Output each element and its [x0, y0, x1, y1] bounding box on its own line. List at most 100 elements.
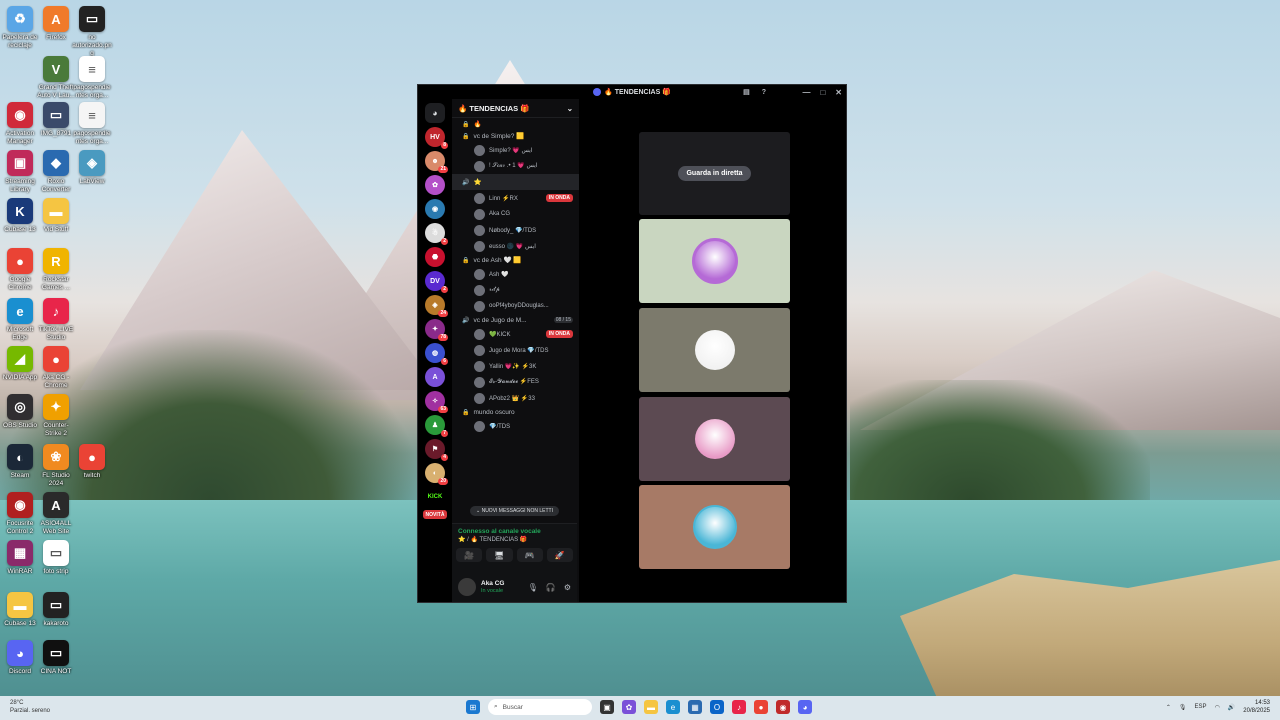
server-icon[interactable]: ♟ 7	[425, 415, 448, 437]
desktop-icon[interactable]: ◈ LabView	[72, 150, 112, 186]
voice-user[interactable]: eusso 🌑 💗 ايس	[452, 238, 579, 254]
desktop-icon[interactable]: ≡ pagospendientes orga...	[72, 102, 112, 146]
voice-user[interactable]: 𝓇𝒾𝓉𝓅	[452, 282, 579, 298]
edge-icon[interactable]: e	[666, 700, 680, 714]
voice-user[interactable]: 💚KICK IN ONDA	[452, 326, 579, 342]
channel-item[interactable]: 🔒 vc de Simple? 🟨	[452, 130, 579, 142]
desktop-icon[interactable]: ◕ Discord	[0, 640, 40, 676]
server-icon[interactable]: ⬣	[425, 247, 445, 267]
close-button[interactable]: ✕	[835, 88, 842, 97]
desktop-icon[interactable]: ◉ Focusrite Control 2	[0, 492, 40, 536]
voice-user[interactable]: Linn ⚡RX IN ONDA	[452, 190, 579, 206]
activity-icon[interactable]: 🎮	[516, 548, 543, 562]
minimize-button[interactable]: —	[802, 88, 810, 97]
help-icon[interactable]: ?	[762, 89, 766, 96]
desktop-icon[interactable]: ◉ Activation Manager	[0, 102, 40, 146]
desktop-icon[interactable]: ▣ Streaming Library	[0, 150, 40, 194]
microphone-icon[interactable]: 🎙	[528, 583, 538, 592]
discord-home-button[interactable]: ◕	[425, 103, 445, 123]
channel-item[interactable]: 🔊 vc de Jugo de M... 08 / 15	[452, 314, 579, 326]
voice-user[interactable]: Ash 🤍	[452, 266, 579, 282]
task-view-icon[interactable]: ▣	[600, 700, 614, 714]
server-icon[interactable]: A	[425, 367, 445, 387]
camera-icon[interactable]: 🎥	[456, 548, 483, 562]
desktop-icon[interactable]: A ASIO4ALL Web Site	[36, 492, 76, 536]
desktop-icon[interactable]: ◎ OBS Studio	[0, 394, 40, 430]
server-icon[interactable]: DV 2	[425, 271, 448, 293]
desktop-icon[interactable]: ✦ Counter-Strike 2	[36, 394, 76, 438]
server-icon[interactable]: HV 8	[425, 127, 448, 149]
weather-widget[interactable]: 28°C Parzial. sereno	[10, 699, 50, 715]
avatar[interactable]	[458, 578, 476, 596]
server-icon[interactable]: ◉	[425, 199, 445, 219]
watch-stream-button[interactable]: Guarda in diretta	[678, 166, 751, 181]
tiktok-icon[interactable]: ♪	[732, 700, 746, 714]
server-icon[interactable]: ✿	[425, 175, 445, 195]
novita-badge[interactable]: NOVITÀ	[423, 510, 447, 519]
server-icon[interactable]: ✦ 78	[425, 319, 448, 341]
desktop-icon[interactable]: ● Aka CG - Chrome	[36, 346, 76, 390]
desktop-icon[interactable]: ♻ Papelera de reciclaje	[0, 6, 40, 50]
desktop-icon[interactable]: V Grand Theft Auto V Lau...	[36, 56, 76, 100]
voice-user[interactable]: Simple? 💗 ايس	[452, 142, 579, 158]
voice-user[interactable]: ooPf4yboyDDouglas...	[452, 298, 579, 314]
server-icon[interactable]: KICK	[425, 487, 445, 507]
voice-user[interactable]: Aka CG	[452, 206, 579, 222]
gear-icon[interactable]: ⚙	[564, 583, 571, 592]
app-icon[interactable]: ◉	[776, 700, 790, 714]
desktop-icon[interactable]: ▭ foto strip	[36, 540, 76, 576]
desktop-icon[interactable]: ♪ TikTok LIVE Studio	[36, 298, 76, 342]
participant-tile[interactable]	[639, 219, 790, 303]
wifi-icon[interactable]: ◠	[1215, 704, 1220, 711]
new-messages-pill[interactable]: ⌄ NUOVI MESSAGGI NON LETTI	[470, 506, 559, 516]
desktop-icon[interactable]: ● Google Chrome	[0, 248, 40, 292]
desktop-icon[interactable]: e Microsoft Edge	[0, 298, 40, 342]
voice-user[interactable]: APobz2 👑 ⚡33	[452, 390, 579, 406]
voice-user[interactable]: 𝓔𝓻-𝓨𝓪𝓷𝓭𝓮𝓮 ⚡FES	[452, 374, 579, 390]
desktop-icon[interactable]: ◢ NVIDIA App	[0, 346, 40, 382]
guild-header[interactable]: 🔥 TENDENCIAS 🎁 ⌄	[452, 99, 579, 118]
voice-user[interactable]: Nøbody_ 💎/TDS	[452, 222, 579, 238]
copilot-icon[interactable]: ✿	[622, 700, 636, 714]
desktop-icon[interactable]: ❀ FL Studio 2024	[36, 444, 76, 488]
outlook-icon[interactable]: O	[710, 700, 724, 714]
channel-item[interactable]: 🔊 ⭐	[452, 174, 579, 190]
inbox-icon[interactable]: ▤	[743, 88, 750, 96]
desktop-icon[interactable]: ≡ pagospendientes orga...	[72, 56, 112, 100]
desktop-icon[interactable]: A Firefox	[36, 6, 76, 42]
desktop-icon[interactable]: R Rockstar Games ...	[36, 248, 76, 292]
screen-share-icon[interactable]: 🖥	[486, 548, 513, 562]
channel-item[interactable]: 🔒 🔥	[452, 118, 579, 130]
desktop-icon[interactable]: ◐ Steam	[0, 444, 40, 480]
chrome-icon[interactable]: ●	[754, 700, 768, 714]
voice-channel-name[interactable]: ⭐ / 🔥 TENDENCIAS 🎁	[452, 535, 577, 543]
windows-start-icon[interactable]: ⊞	[466, 700, 480, 714]
participant-tile[interactable]	[639, 485, 790, 569]
desktop-icon[interactable]: ▭ no autorizado.png	[72, 6, 112, 58]
maximize-button[interactable]: □	[820, 88, 825, 97]
voice-user[interactable]: Jugo de Mora 💎/TDS	[452, 342, 579, 358]
voice-user[interactable]: Yallin 💗✨ ⚡3K	[452, 358, 579, 374]
server-icon[interactable]: ⚑ 4	[425, 439, 448, 461]
participant-tile[interactable]	[639, 397, 790, 481]
desktop-icon[interactable]: ▦ WinRAR	[0, 540, 40, 576]
stream-tile[interactable]: Guarda in diretta	[639, 132, 790, 215]
server-icon[interactable]: ☻ 21	[425, 151, 448, 173]
volume-icon[interactable]: 🔊	[1228, 704, 1235, 711]
desktop-icon[interactable]: ● twitch	[72, 444, 112, 480]
desktop-icon[interactable]: ▭ IMG_8791	[36, 102, 76, 138]
server-icon[interactable]: ◍ 6	[425, 343, 448, 365]
clock[interactable]: 14:53 20/8/2025	[1243, 699, 1270, 715]
soundboard-icon[interactable]: 🚀	[546, 548, 573, 562]
language-indicator[interactable]: ESP	[1195, 704, 1207, 710]
microphone-icon[interactable]: 🎙	[1179, 704, 1187, 711]
search-input[interactable]: ⌕ Buscar	[488, 699, 592, 715]
voice-user[interactable]: ! 𝒮𝒸𝒶𝓇 .• 1 💗 ايس	[452, 158, 579, 174]
server-icon[interactable]: ◐ 20	[425, 463, 448, 485]
chevron-down-icon[interactable]: ⌄	[567, 104, 573, 113]
discord-icon[interactable]: ◕	[798, 700, 812, 714]
participant-tile[interactable]	[639, 308, 790, 392]
channel-item[interactable]: 🔒 vc de Ash 🤍 🟨	[452, 254, 579, 266]
server-icon[interactable]: ◈ 24	[425, 295, 448, 317]
explorer-icon[interactable]: ▬	[644, 700, 658, 714]
